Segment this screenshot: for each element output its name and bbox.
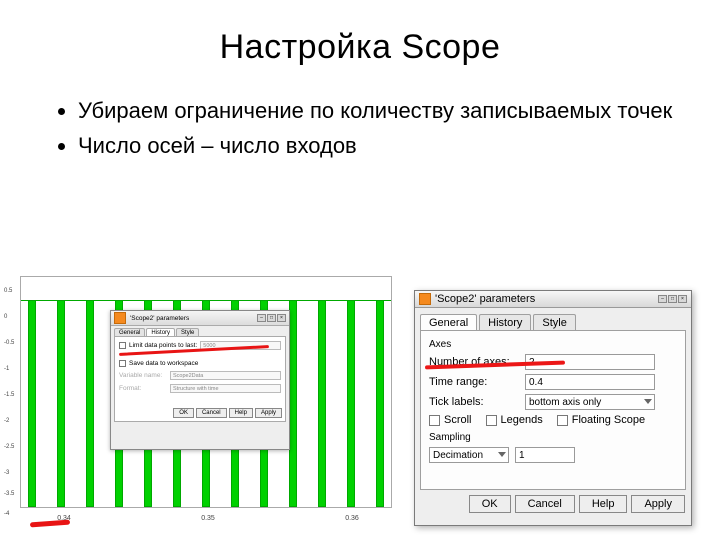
time-range-label: Time range: <box>429 376 519 388</box>
ok-button[interactable]: OK <box>469 495 511 513</box>
cancel-button[interactable]: Cancel <box>196 408 227 418</box>
ytick: -1.5 <box>4 392 14 398</box>
time-range-input[interactable]: 0.4 <box>525 374 655 390</box>
ytick: -0.5 <box>4 340 14 346</box>
app-icon <box>419 293 431 305</box>
ok-button[interactable]: OK <box>173 408 194 418</box>
bullet-1: Убираем ограничение по количеству записы… <box>78 97 720 126</box>
limit-label: Limit data points to last: <box>129 342 197 349</box>
format-select[interactable]: Structure with time <box>170 384 281 393</box>
help-button[interactable]: Help <box>579 495 628 513</box>
bullet-list: Убираем ограничение по количеству записы… <box>38 97 720 160</box>
scope-chart-figure: 0.5 0 -0.5 -1 -1.5 -2 -2.5 -3 -3.5 -4 0.… <box>0 270 400 530</box>
apply-button[interactable]: Apply <box>631 495 685 513</box>
sampling-group-label: Sampling <box>429 432 679 443</box>
tab-style[interactable]: Style <box>533 314 575 331</box>
scope-params-general-dialog: 'Scope2' parameters – □ × General Histor… <box>414 290 692 526</box>
red-annotation-1 <box>30 520 70 528</box>
decimation-select[interactable]: Decimation <box>429 447 509 463</box>
dialog-title: 'Scope2' parameters <box>435 293 535 305</box>
scope-params-history-dialog: 'Scope2' parameters – □ × General Histor… <box>110 310 290 450</box>
close-icon[interactable]: × <box>277 314 286 322</box>
save-checkbox[interactable] <box>119 360 126 367</box>
tick-labels-select[interactable]: bottom axis only <box>525 394 655 410</box>
minimize-icon[interactable]: – <box>658 295 667 303</box>
xtick: 0.35 <box>201 515 215 522</box>
decimation-input[interactable]: 1 <box>515 447 575 463</box>
xtick: 0.36 <box>345 515 359 522</box>
app-icon <box>114 312 126 324</box>
ytick: 0 <box>4 314 7 320</box>
ytick: 0.5 <box>4 288 12 294</box>
scroll-label: Scroll <box>444 414 472 426</box>
varname-input[interactable]: Scope2Data <box>170 371 281 380</box>
tab-history[interactable]: History <box>479 314 531 331</box>
ytick: -1 <box>4 366 9 372</box>
save-label: Save data to workspace <box>129 360 198 367</box>
ytick: -3 <box>4 470 9 476</box>
slide-title: Настройка Scope <box>0 0 720 67</box>
tab-general[interactable]: General <box>420 314 477 331</box>
bullet-2: Число осей – число входов <box>78 132 720 161</box>
scroll-checkbox[interactable] <box>429 415 440 426</box>
legends-checkbox[interactable] <box>486 415 497 426</box>
close-icon[interactable]: × <box>678 295 687 303</box>
ytick: -4 <box>4 511 9 517</box>
maximize-icon[interactable]: □ <box>267 314 276 322</box>
help-button[interactable]: Help <box>229 408 253 418</box>
minimize-icon[interactable]: – <box>257 314 266 322</box>
tick-labels-label: Tick labels: <box>429 396 519 408</box>
floating-checkbox[interactable] <box>557 415 568 426</box>
ytick: -2 <box>4 418 9 424</box>
maximize-icon[interactable]: □ <box>668 295 677 303</box>
ytick: -2.5 <box>4 444 14 450</box>
varname-label: Variable name: <box>119 372 167 379</box>
floating-label: Floating Scope <box>572 414 645 426</box>
axes-group-label: Axes <box>429 339 679 350</box>
format-label: Format: <box>119 385 167 392</box>
apply-button[interactable]: Apply <box>255 408 282 418</box>
legends-label: Legends <box>501 414 543 426</box>
ytick: -3.5 <box>4 491 14 497</box>
limit-checkbox[interactable] <box>119 342 126 349</box>
cancel-button[interactable]: Cancel <box>515 495 575 513</box>
dialog-title: 'Scope2' parameters <box>130 315 189 322</box>
